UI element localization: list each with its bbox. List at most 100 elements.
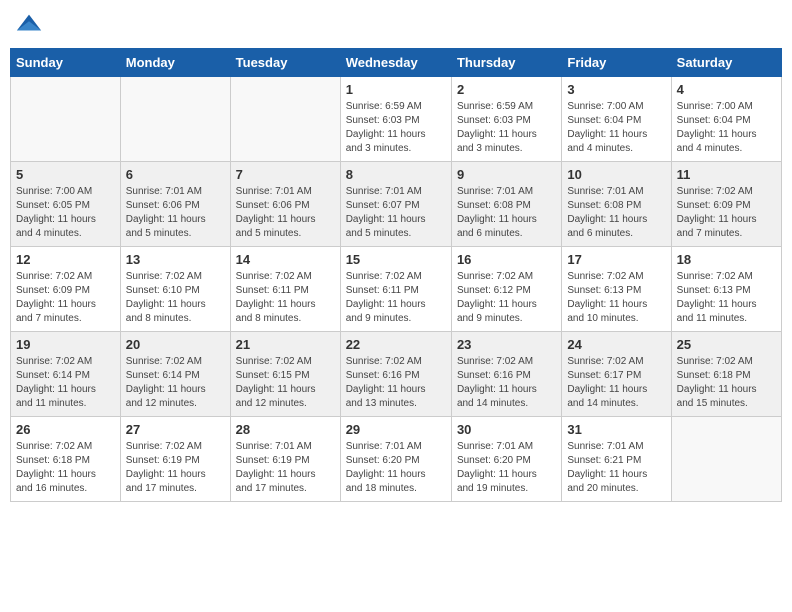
day-info: Sunrise: 7:01 AM Sunset: 6:21 PM Dayligh… <box>567 440 665 496</box>
calendar-cell: 6 Sunrise: 7:01 AM Sunset: 6:06 PM Daylig… <box>120 162 230 247</box>
day-info: Sunrise: 7:02 AM Sunset: 6:19 PM Dayligh… <box>126 440 225 496</box>
day-number: 7 <box>236 167 335 182</box>
day-number: 5 <box>16 167 115 182</box>
day-info: Sunrise: 7:02 AM Sunset: 6:09 PM Dayligh… <box>677 185 776 241</box>
weekday-header: Monday <box>120 49 230 77</box>
day-info: Sunrise: 7:00 AM Sunset: 6:04 PM Dayligh… <box>567 100 665 156</box>
day-number: 17 <box>567 252 665 267</box>
day-info: Sunrise: 7:02 AM Sunset: 6:14 PM Dayligh… <box>16 355 115 411</box>
day-number: 13 <box>126 252 225 267</box>
day-info: Sunrise: 7:01 AM Sunset: 6:08 PM Dayligh… <box>457 185 556 241</box>
calendar-cell: 22 Sunrise: 7:02 AM Sunset: 6:16 PM Dayli… <box>340 332 451 417</box>
day-info: Sunrise: 7:02 AM Sunset: 6:12 PM Dayligh… <box>457 270 556 326</box>
calendar-cell: 18Sunrise: 7:02 AM Sunset: 6:13 PM Dayli… <box>671 247 781 332</box>
day-number: 25 <box>677 337 776 352</box>
calendar-cell: 8 Sunrise: 7:01 AM Sunset: 6:07 PM Daylig… <box>340 162 451 247</box>
calendar-cell: 26 Sunrise: 7:02 AM Sunset: 6:18 PM Dayli… <box>11 417 121 502</box>
calendar-cell <box>671 417 781 502</box>
logo-icon <box>15 10 43 38</box>
calendar-cell <box>120 77 230 162</box>
day-info: Sunrise: 7:01 AM Sunset: 6:06 PM Dayligh… <box>126 185 225 241</box>
calendar-cell: 4 Sunrise: 7:00 AM Sunset: 6:04 PM Daylig… <box>671 77 781 162</box>
day-info: Sunrise: 7:01 AM Sunset: 6:20 PM Dayligh… <box>457 440 556 496</box>
calendar-cell: 19 Sunrise: 7:02 AM Sunset: 6:14 PM Dayli… <box>11 332 121 417</box>
day-number: 12 <box>16 252 115 267</box>
day-number: 24 <box>567 337 665 352</box>
day-number: 29 <box>346 422 446 437</box>
day-info: Sunrise: 6:59 AM Sunset: 6:03 PM Dayligh… <box>346 100 446 156</box>
day-info: Sunrise: 7:02 AM Sunset: 6:15 PM Dayligh… <box>236 355 335 411</box>
calendar-cell: 25 Sunrise: 7:02 AM Sunset: 6:18 PM Dayli… <box>671 332 781 417</box>
day-info: Sunrise: 6:59 AM Sunset: 6:03 PM Dayligh… <box>457 100 556 156</box>
day-number: 10 <box>567 167 665 182</box>
calendar-cell <box>11 77 121 162</box>
day-info: Sunrise: 7:02 AM Sunset: 6:16 PM Dayligh… <box>346 355 446 411</box>
day-number: 4 <box>677 82 776 97</box>
calendar-cell <box>230 77 340 162</box>
calendar-cell: 15 Sunrise: 7:02 AM Sunset: 6:11 PM Dayli… <box>340 247 451 332</box>
day-number: 6 <box>126 167 225 182</box>
day-number: 22 <box>346 337 446 352</box>
weekday-header: Sunday <box>11 49 121 77</box>
day-number: 20 <box>126 337 225 352</box>
day-number: 21 <box>236 337 335 352</box>
calendar-cell: 16 Sunrise: 7:02 AM Sunset: 6:12 PM Dayli… <box>451 247 561 332</box>
day-info: Sunrise: 7:00 AM Sunset: 6:04 PM Dayligh… <box>677 100 776 156</box>
day-info: Sunrise: 7:02 AM Sunset: 6:10 PM Dayligh… <box>126 270 225 326</box>
calendar-cell: 28 Sunrise: 7:01 AM Sunset: 6:19 PM Dayli… <box>230 417 340 502</box>
calendar-cell: 12 Sunrise: 7:02 AM Sunset: 6:09 PM Dayli… <box>11 247 121 332</box>
day-info: Sunrise: 7:01 AM Sunset: 6:19 PM Dayligh… <box>236 440 335 496</box>
logo <box>15 10 47 38</box>
calendar-cell: 20 Sunrise: 7:02 AM Sunset: 6:14 PM Dayli… <box>120 332 230 417</box>
day-number: 15 <box>346 252 446 267</box>
weekday-header: Tuesday <box>230 49 340 77</box>
calendar-cell: 29 Sunrise: 7:01 AM Sunset: 6:20 PM Dayli… <box>340 417 451 502</box>
day-info: Sunrise: 7:01 AM Sunset: 6:20 PM Dayligh… <box>346 440 446 496</box>
day-number: 11 <box>677 167 776 182</box>
calendar-cell: 3 Sunrise: 7:00 AM Sunset: 6:04 PM Daylig… <box>562 77 671 162</box>
day-number: 2 <box>457 82 556 97</box>
calendar-cell: 5 Sunrise: 7:00 AM Sunset: 6:05 PM Daylig… <box>11 162 121 247</box>
day-info: Sunrise: 7:02 AM Sunset: 6:14 PM Dayligh… <box>126 355 225 411</box>
day-number: 31 <box>567 422 665 437</box>
calendar-cell: 21 Sunrise: 7:02 AM Sunset: 6:15 PM Dayli… <box>230 332 340 417</box>
day-number: 16 <box>457 252 556 267</box>
day-number: 14 <box>236 252 335 267</box>
calendar-cell: 2 Sunrise: 6:59 AM Sunset: 6:03 PM Daylig… <box>451 77 561 162</box>
day-number: 30 <box>457 422 556 437</box>
calendar-cell: 17 Sunrise: 7:02 AM Sunset: 6:13 PM Dayli… <box>562 247 671 332</box>
calendar-cell: 24 Sunrise: 7:02 AM Sunset: 6:17 PM Dayli… <box>562 332 671 417</box>
day-info: Sunrise: 7:01 AM Sunset: 6:07 PM Dayligh… <box>346 185 446 241</box>
calendar-cell: 10 Sunrise: 7:01 AM Sunset: 6:08 PM Dayli… <box>562 162 671 247</box>
calendar-cell: 7Sunrise: 7:01 AM Sunset: 6:06 PM Daylig… <box>230 162 340 247</box>
calendar-cell: 14Sunrise: 7:02 AM Sunset: 6:11 PM Dayli… <box>230 247 340 332</box>
day-info: Sunrise: 7:02 AM Sunset: 6:16 PM Dayligh… <box>457 355 556 411</box>
day-info: Sunrise: 7:02 AM Sunset: 6:11 PM Dayligh… <box>346 270 446 326</box>
day-number: 9 <box>457 167 556 182</box>
day-info: Sunrise: 7:02 AM Sunset: 6:18 PM Dayligh… <box>677 355 776 411</box>
day-number: 8 <box>346 167 446 182</box>
day-info: Sunrise: 7:00 AM Sunset: 6:05 PM Dayligh… <box>16 185 115 241</box>
day-number: 27 <box>126 422 225 437</box>
day-info: Sunrise: 7:01 AM Sunset: 6:08 PM Dayligh… <box>567 185 665 241</box>
day-number: 3 <box>567 82 665 97</box>
weekday-header: Saturday <box>671 49 781 77</box>
weekday-header: Thursday <box>451 49 561 77</box>
weekday-header: Friday <box>562 49 671 77</box>
day-number: 18 <box>677 252 776 267</box>
day-info: Sunrise: 7:02 AM Sunset: 6:09 PM Dayligh… <box>16 270 115 326</box>
day-number: 26 <box>16 422 115 437</box>
day-number: 19 <box>16 337 115 352</box>
day-number: 28 <box>236 422 335 437</box>
calendar-cell: 1 Sunrise: 6:59 AM Sunset: 6:03 PM Daylig… <box>340 77 451 162</box>
page-header <box>10 10 782 38</box>
day-info: Sunrise: 7:02 AM Sunset: 6:18 PM Dayligh… <box>16 440 115 496</box>
day-number: 23 <box>457 337 556 352</box>
day-number: 1 <box>346 82 446 97</box>
calendar-cell: 31 Sunrise: 7:01 AM Sunset: 6:21 PM Dayli… <box>562 417 671 502</box>
calendar-cell: 11 Sunrise: 7:02 AM Sunset: 6:09 PM Dayli… <box>671 162 781 247</box>
day-info: Sunrise: 7:02 AM Sunset: 6:17 PM Dayligh… <box>567 355 665 411</box>
calendar-cell: 30 Sunrise: 7:01 AM Sunset: 6:20 PM Dayli… <box>451 417 561 502</box>
day-info: Sunrise: 7:02 AM Sunset: 6:13 PM Dayligh… <box>567 270 665 326</box>
calendar-cell: 27 Sunrise: 7:02 AM Sunset: 6:19 PM Dayli… <box>120 417 230 502</box>
